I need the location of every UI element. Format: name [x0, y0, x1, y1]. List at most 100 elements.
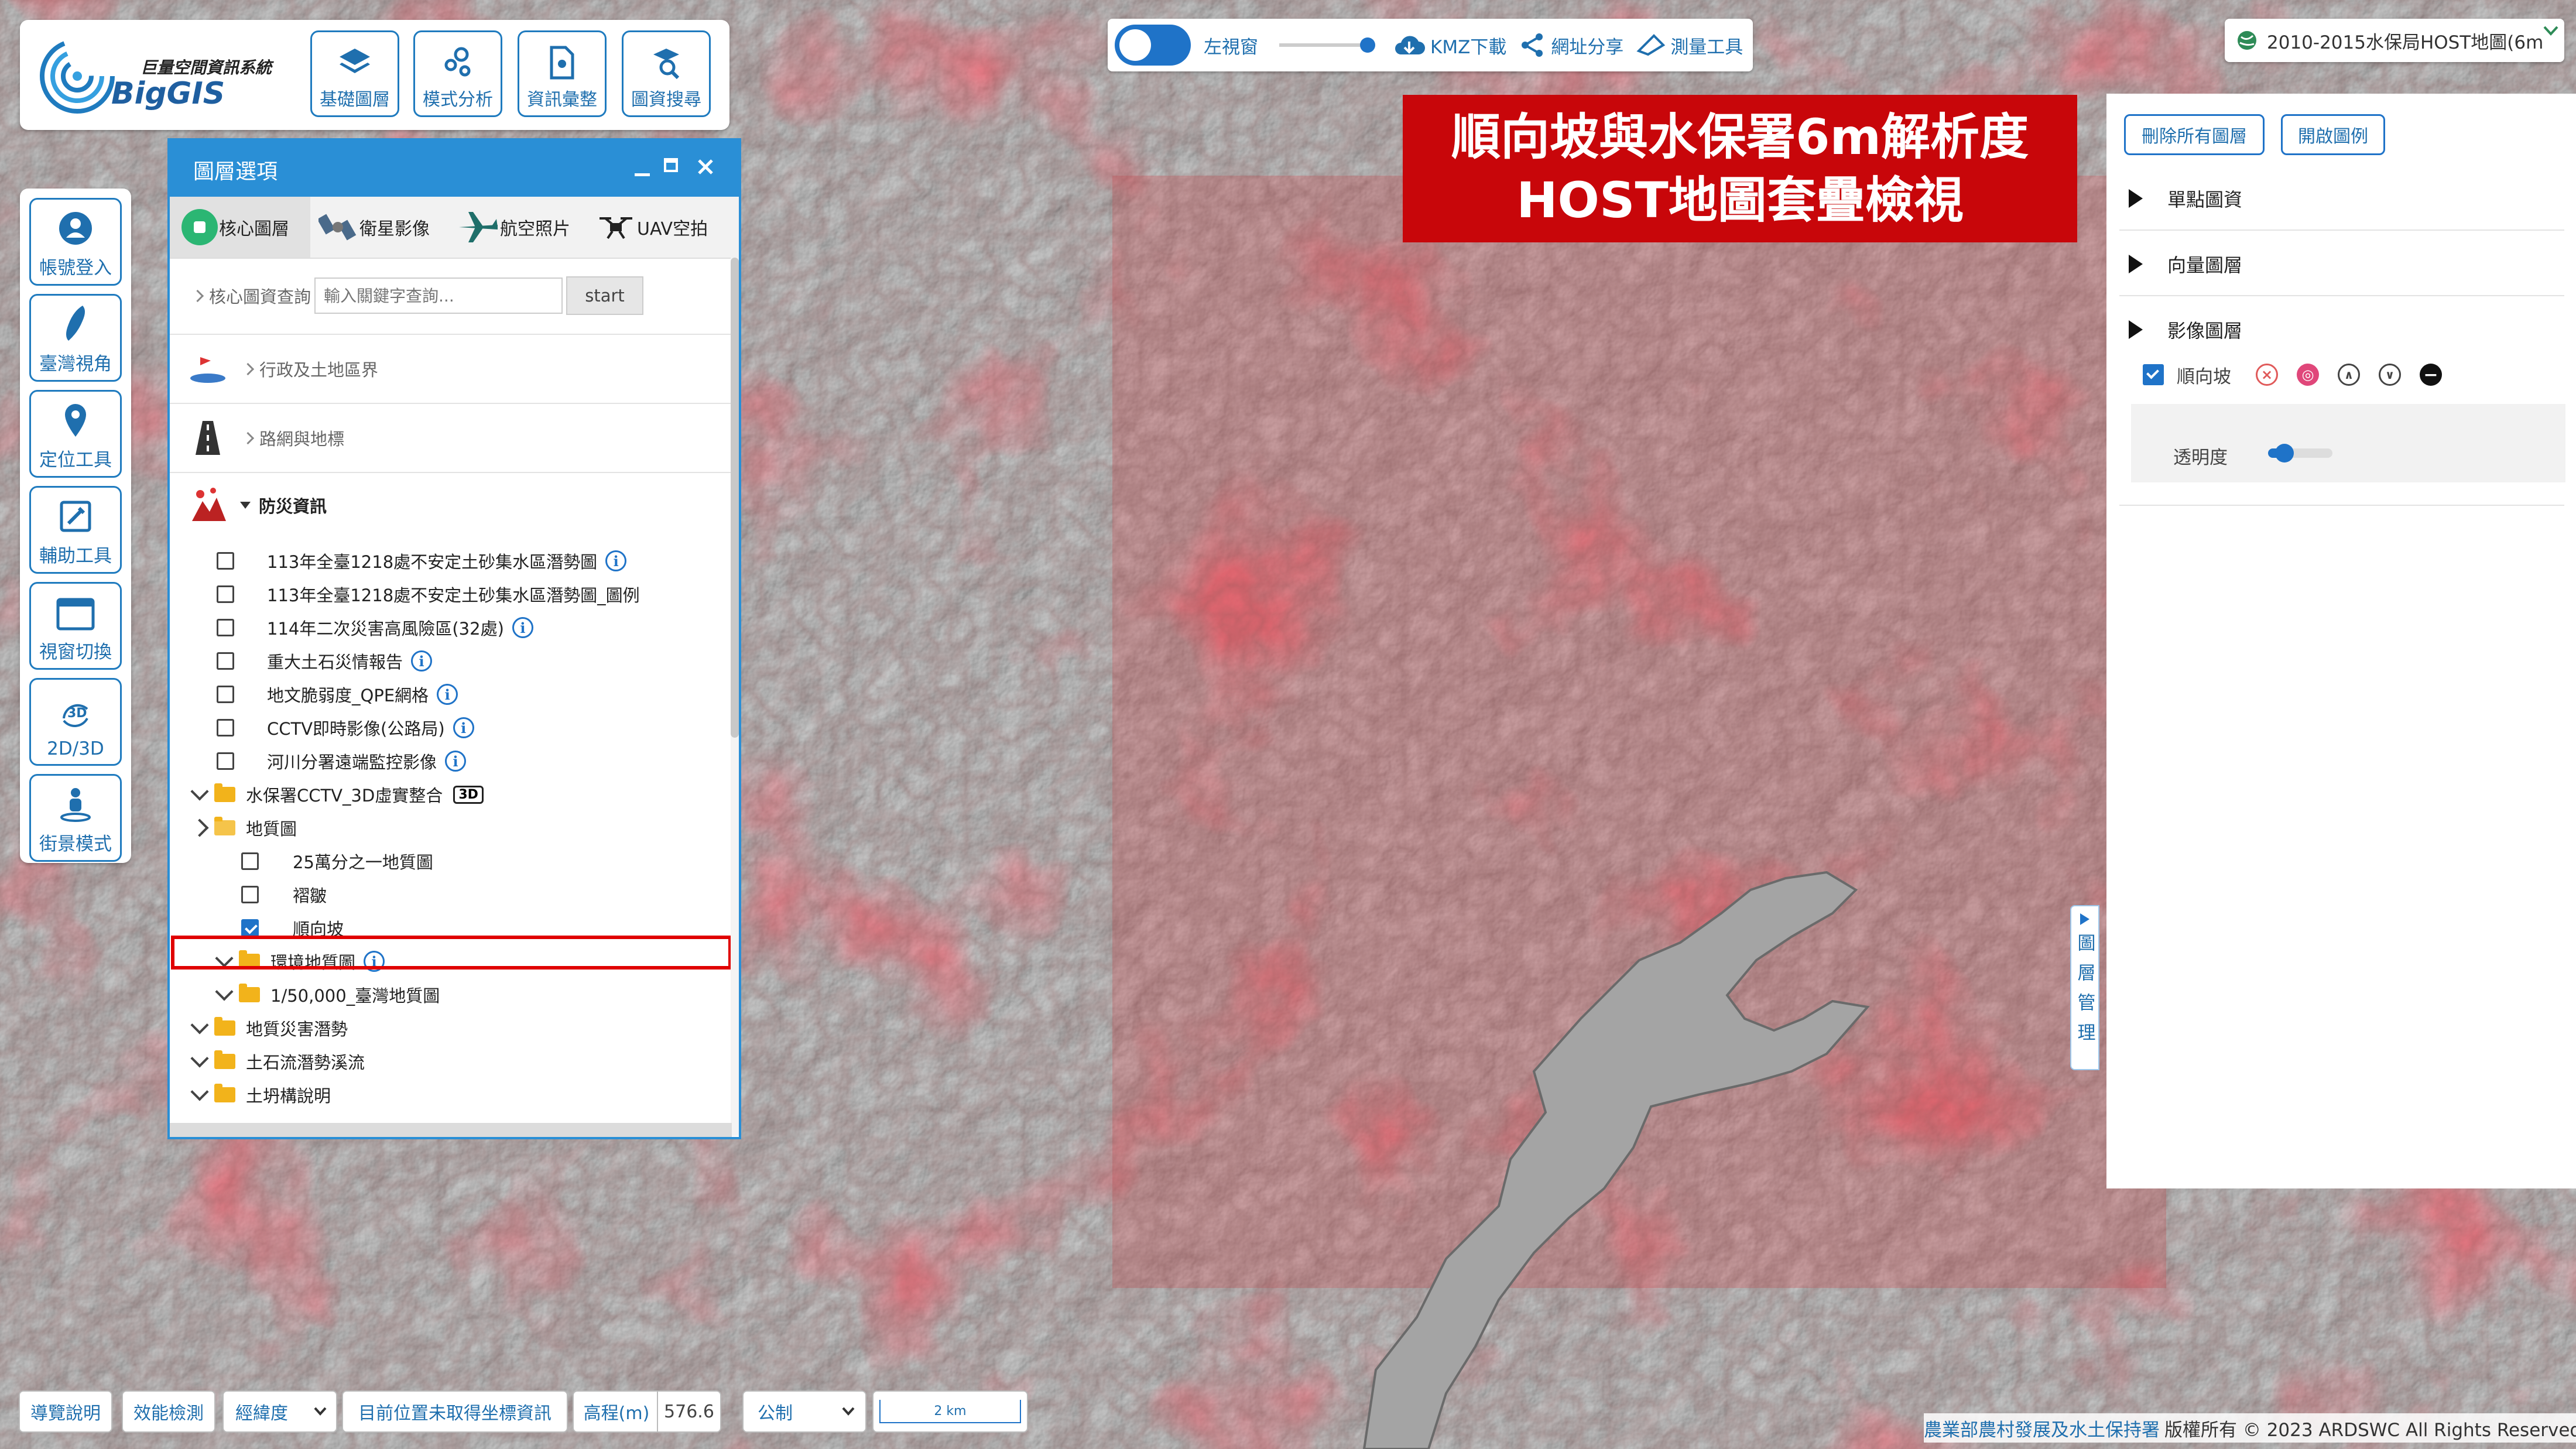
- biggis-logo[interactable]: 巨量空間資訊系統 BigGIS: [36, 30, 288, 118]
- minimize-icon[interactable]: [635, 173, 650, 176]
- core-search-input[interactable]: [314, 278, 563, 314]
- section-vector-layers[interactable]: 向量圖層: [2129, 251, 2242, 278]
- category-roads[interactable]: 路網與地標: [170, 404, 732, 473]
- list-item[interactable]: 河川分署遠端監控影像 i: [170, 745, 732, 777]
- info-icon[interactable]: i: [445, 751, 467, 772]
- list-item[interactable]: 114年二次災害高風險區(32處) i: [170, 611, 732, 644]
- layer-checkbox[interactable]: [217, 619, 234, 636]
- horizontal-scrollbar[interactable]: [170, 1123, 732, 1137]
- caret-right-icon: [2080, 913, 2089, 925]
- kmz-download-button[interactable]: KMZ下載: [1393, 32, 1506, 59]
- base-layer-dropdown[interactable]: 2010-2015水保局HOST地圖(6m: [2225, 19, 2564, 62]
- info-icon[interactable]: i: [512, 617, 533, 638]
- guide-button[interactable]: 導覽說明: [19, 1390, 112, 1433]
- layer-tabs: 核心圖層 衛星影像 航空照片 UAV空拍: [170, 197, 739, 259]
- perf-check-button[interactable]: 效能檢測: [122, 1390, 215, 1433]
- list-item[interactable]: 重大土石災情報告 i: [170, 645, 732, 677]
- layer-manager-tab[interactable]: 圖層管理: [2070, 905, 2099, 1070]
- layers-icon: [340, 49, 370, 73]
- opacity-slider[interactable]: [2268, 444, 2332, 463]
- folder-cctv-3d[interactable]: 水保署CCTV_3D虛實整合 3D: [170, 778, 732, 811]
- move-down-icon[interactable]: ∨: [2379, 364, 2401, 386]
- core-search-start-button[interactable]: start: [566, 276, 644, 315]
- satellite-icon: [318, 214, 357, 241]
- measure-tool-button[interactable]: 測量工具: [1636, 32, 1743, 59]
- footer-agency-link[interactable]: 農業部農村發展及水土保持署: [1924, 1415, 2160, 1441]
- locate-layer-icon[interactable]: ◎: [2297, 364, 2319, 386]
- tab-uav[interactable]: UAV空拍: [589, 197, 735, 258]
- share-url-button[interactable]: 網址分享: [1519, 32, 1623, 59]
- ruler-icon: [1636, 34, 1666, 56]
- taiwan-icon: [66, 306, 85, 341]
- street-view-button[interactable]: 街景模式: [29, 774, 122, 862]
- opacity-slider-knob[interactable]: [2274, 444, 2294, 463]
- layer-checkbox[interactable]: [217, 686, 234, 703]
- layer-checkbox[interactable]: [241, 886, 259, 903]
- window-switch-button[interactable]: 視窗切換: [29, 582, 122, 670]
- unit-select[interactable]: 公制: [742, 1390, 866, 1433]
- maximize-icon[interactable]: [664, 158, 678, 172]
- model-analysis-button[interactable]: 模式分析: [413, 30, 502, 117]
- open-legend-button[interactable]: 開啟圖例: [2281, 114, 2385, 155]
- dip-slope-checkbox[interactable]: [241, 919, 259, 937]
- 2d-3d-button[interactable]: 3D 2D/3D: [29, 678, 122, 766]
- logo-brand: BigGIS: [111, 76, 225, 111]
- list-item[interactable]: 113年全臺1218處不安定土砂集水區潛勢圖_圖例: [170, 578, 732, 611]
- list-item[interactable]: 地文脆弱度_QPE網格 i: [170, 678, 732, 711]
- list-item[interactable]: 113年全臺1218處不安定土砂集水區潛勢圖 i: [170, 544, 732, 577]
- taiwan-view-button[interactable]: 臺灣視角: [29, 294, 122, 382]
- section-vector-label: 向量圖層: [2167, 254, 2243, 276]
- tab-aerial[interactable]: 航空照片: [450, 197, 589, 258]
- info-summary-button[interactable]: 資訊彙整: [518, 30, 607, 117]
- layer-panel-header[interactable]: 圖層選項: [170, 141, 739, 197]
- view-slider[interactable]: [1279, 37, 1375, 53]
- logo-title: 巨量空間資訊系統: [141, 58, 272, 77]
- section-point-data[interactable]: 單點圖資: [2129, 185, 2242, 212]
- login-button[interactable]: 帳號登入: [29, 198, 122, 286]
- list-item[interactable]: 褶皺: [170, 878, 732, 911]
- locate-tool-button[interactable]: 定位工具: [29, 390, 122, 478]
- list-item[interactable]: CCTV即時影像(公路局) i: [170, 711, 732, 744]
- folder-cut[interactable]: 土坍構說明: [170, 1078, 732, 1111]
- layer-checkbox[interactable]: [217, 652, 234, 670]
- view-slider-knob[interactable]: [1360, 37, 1375, 53]
- vertical-scrollbar[interactable]: [731, 258, 739, 1136]
- remove-layer-icon[interactable]: ×: [2256, 364, 2278, 386]
- 3d-icon: 3D: [63, 704, 88, 727]
- layer-checkbox[interactable]: [217, 585, 234, 603]
- delete-all-layers-button[interactable]: 刪除所有圖層: [2124, 114, 2265, 155]
- category-disaster[interactable]: 防災資訊: [170, 473, 732, 537]
- list-item[interactable]: 25萬分之一地質圖: [170, 845, 732, 878]
- layer-checkbox[interactable]: [217, 719, 234, 737]
- layer-checkbox[interactable]: [217, 752, 234, 770]
- info-icon[interactable]: i: [453, 717, 474, 738]
- airplane-icon: [459, 212, 498, 242]
- layer-item-label: 113年全臺1218處不安定土砂集水區潛勢圖_圖例: [267, 585, 640, 605]
- category-admin-boundary[interactable]: 行政及土地區界: [170, 335, 732, 404]
- folder-50000[interactable]: 1/50,000_臺灣地質圖: [170, 978, 732, 1011]
- map-search-button[interactable]: 圖資搜尋: [622, 30, 711, 117]
- collapse-layer-icon[interactable]: −: [2420, 364, 2442, 386]
- tab-satellite[interactable]: 衛星影像: [310, 197, 450, 258]
- layer-checkbox[interactable]: [217, 552, 234, 570]
- section-image-layers[interactable]: 影像圖層: [2129, 316, 2242, 343]
- folder-geology[interactable]: 地質圖: [170, 811, 732, 844]
- vertical-scrollbar-thumb[interactable]: [731, 258, 739, 738]
- base-layers-button[interactable]: 基礎圖層: [310, 30, 399, 117]
- info-icon[interactable]: i: [437, 684, 458, 705]
- folder-debris-flow[interactable]: 土石流潛勢溪流: [170, 1045, 732, 1078]
- layer-checkbox[interactable]: [241, 852, 259, 870]
- aux-tools-label: 輔助工具: [39, 546, 112, 567]
- aux-tools-button[interactable]: 輔助工具: [29, 486, 122, 574]
- info-icon[interactable]: i: [605, 550, 627, 571]
- active-layer-checkbox[interactable]: [2143, 364, 2164, 385]
- close-icon[interactable]: [697, 158, 714, 176]
- coord-type-select[interactable]: 經緯度: [222, 1390, 337, 1433]
- folder-geo-hazard[interactable]: 地質災害潛勢: [170, 1012, 732, 1044]
- tab-core-layers[interactable]: 核心圖層: [170, 197, 310, 258]
- info-icon[interactable]: i: [411, 650, 433, 672]
- move-up-icon[interactable]: ∧: [2338, 364, 2360, 386]
- tab-core-layers-label: 核心圖層: [219, 219, 289, 239]
- chevron-down-icon: [190, 782, 209, 801]
- left-view-toggle[interactable]: [1115, 25, 1191, 66]
